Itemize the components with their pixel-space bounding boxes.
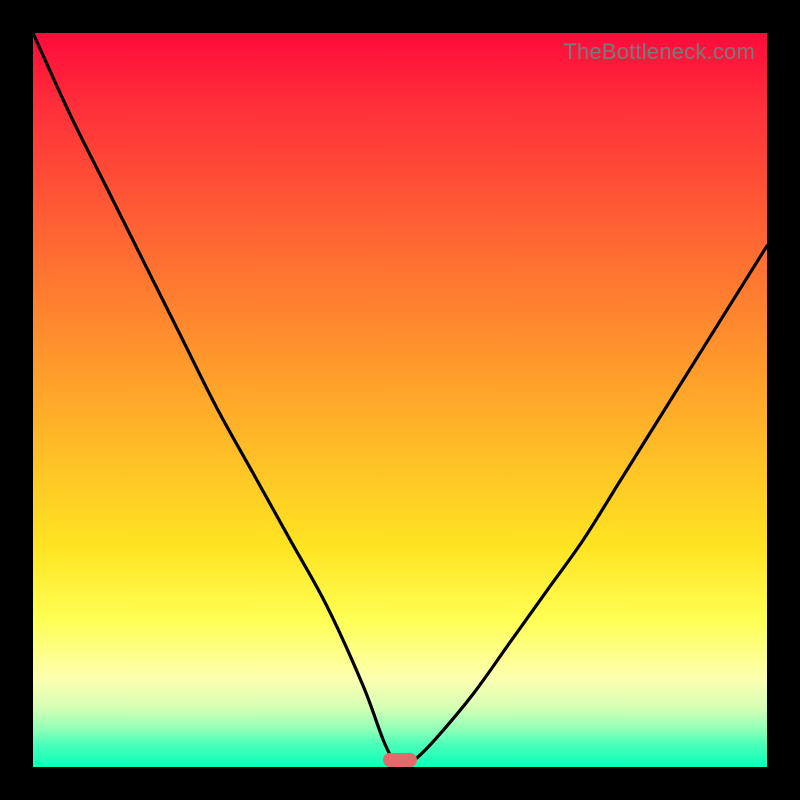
bottleneck-curve (33, 33, 767, 767)
plot-area: TheBottleneck.com (33, 33, 767, 767)
optimal-marker (383, 753, 417, 767)
chart-frame: TheBottleneck.com (0, 0, 800, 800)
